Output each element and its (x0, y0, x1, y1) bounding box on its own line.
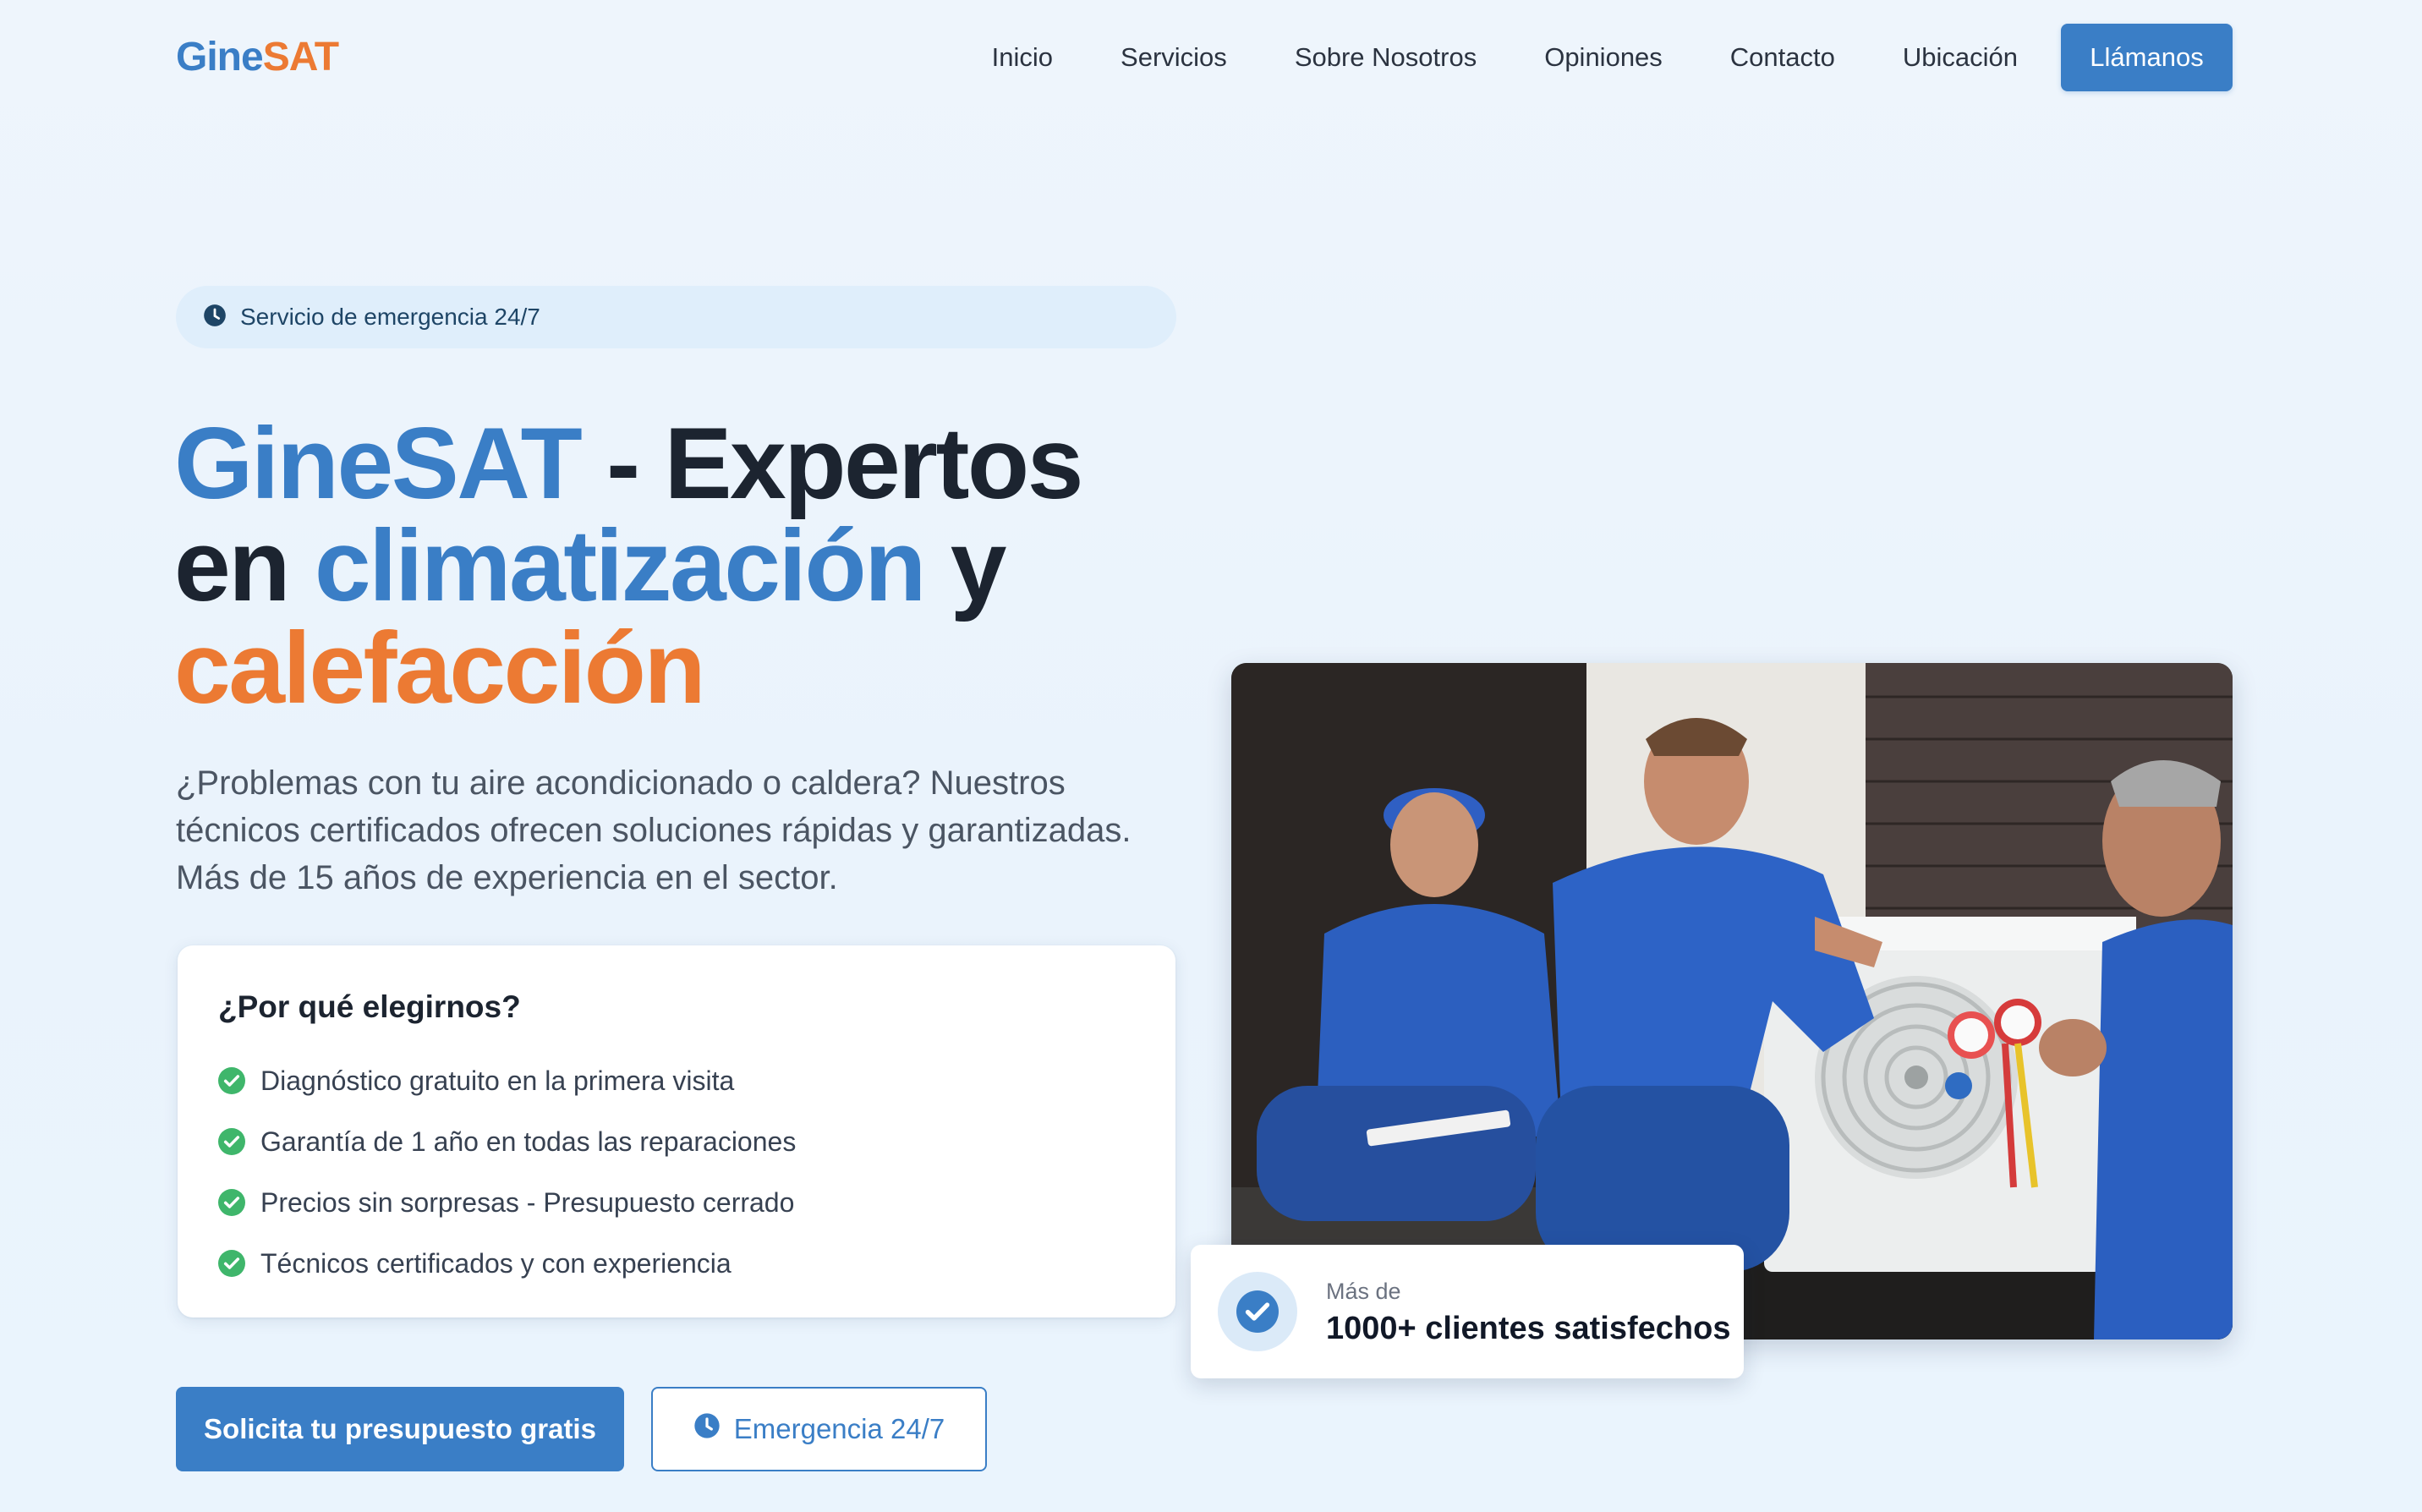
nav-item-sobre-nosotros[interactable]: Sobre Nosotros (1295, 39, 1477, 76)
check-circle-icon (218, 1250, 245, 1277)
why-item-text: Precios sin sorpresas - Presupuesto cerr… (260, 1186, 795, 1218)
top-navigation: GineSAT Inicio Servicios Sobre Nosotros … (0, 0, 2422, 118)
nav-item-contacto[interactable]: Contacto (1730, 39, 1835, 76)
check-circle-icon (218, 1128, 245, 1155)
clients-stat-card: Más de 1000+ clientes satisfechos (1191, 1245, 1744, 1378)
nav-item-servicios[interactable]: Servicios (1121, 39, 1227, 76)
list-item: Técnicos certificados y con experiencia (218, 1233, 1135, 1294)
technicians-photo (1231, 663, 2233, 1339)
technicians-illustration (1231, 663, 2233, 1339)
hero-title: GineSAT - Expertos en climatización y ca… (174, 413, 1240, 720)
nav-item-inicio[interactable]: Inicio (992, 39, 1053, 76)
title-orange: calefacción (174, 611, 706, 725)
quote-button[interactable]: Solicita tu presupuesto gratis (176, 1387, 624, 1471)
logo-part-gine: Gine (176, 35, 264, 79)
title-part-3: y (923, 509, 1007, 622)
emergency-button[interactable]: Emergencia 24/7 (651, 1387, 987, 1471)
list-item: Precios sin sorpresas - Presupuesto cerr… (218, 1172, 1135, 1233)
logo-part-sat: SAT (262, 35, 339, 79)
clock-icon (203, 304, 227, 331)
stat-caption: Más de (1326, 1279, 1401, 1304)
why-item-text: Técnicos certificados y con experiencia (260, 1247, 732, 1279)
nav-menu: Inicio Servicios Sobre Nosotros Opinione… (924, 39, 2018, 76)
why-item-text: Garantía de 1 año en todas las reparacio… (260, 1126, 797, 1157)
list-item: Diagnóstico gratuito en la primera visit… (218, 1050, 1135, 1111)
title-part-2: en (174, 509, 315, 622)
why-us-card: ¿Por qué elegirnos? Diagnóstico gratuito… (178, 945, 1175, 1318)
logo[interactable]: GineSAT (176, 34, 339, 80)
clock-icon (693, 1412, 721, 1446)
call-button[interactable]: Llámanos (2061, 24, 2233, 91)
hero-lead: ¿Problemas con tu aire acondicionado o c… (176, 764, 1132, 896)
title-part-1: - Expertos (580, 407, 1083, 520)
badge-text: Servicio de emergencia 24/7 (240, 304, 540, 330)
emergency-button-label: Emergencia 24/7 (733, 1413, 945, 1444)
title-brand: GineSAT (174, 407, 583, 520)
emergency-badge: Servicio de emergencia 24/7 (176, 286, 1176, 348)
nav-item-ubicacion[interactable]: Ubicación (1903, 39, 2018, 76)
check-circle-icon (218, 1189, 245, 1216)
why-us-list: Diagnóstico gratuito en la primera visit… (218, 1050, 1135, 1294)
stat-value: 1000+ clientes satisfechos (1326, 1311, 1731, 1346)
nav-item-opiniones[interactable]: Opiniones (1544, 39, 1663, 76)
stat-icon-circle (1218, 1272, 1297, 1351)
check-circle-icon (218, 1067, 245, 1094)
why-us-title: ¿Por qué elegirnos? (218, 989, 521, 1024)
why-item-text: Diagnóstico gratuito en la primera visit… (260, 1065, 735, 1096)
check-circle-icon (1236, 1290, 1279, 1333)
title-highlight: climatización (314, 509, 927, 622)
page: GineSAT Inicio Servicios Sobre Nosotros … (0, 0, 2422, 1512)
list-item: Garantía de 1 año en todas las reparacio… (218, 1111, 1135, 1172)
